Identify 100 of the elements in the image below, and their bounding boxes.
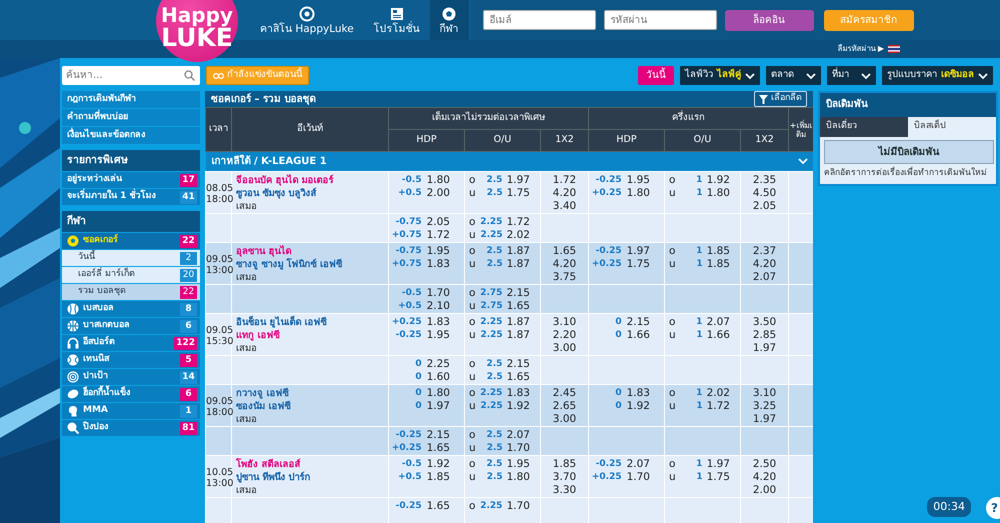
help-button[interactable]: ? [986, 497, 1000, 519]
today-button[interactable]: วันนี้ [638, 66, 674, 85]
odds-value[interactable]: 1.80 [626, 187, 650, 200]
odds-value[interactable]: 1.95 [506, 458, 530, 471]
odds-value[interactable]: 2.15 [626, 316, 650, 329]
odds-value[interactable]: 1.97 [506, 174, 530, 187]
odds-value[interactable]: 1.72 [552, 174, 576, 186]
odds-value[interactable]: 1.83 [506, 387, 530, 400]
team-name[interactable]: จีออนบัค ฮุนได มอเตอร์ [236, 174, 388, 187]
sidebar-subitem[interactable]: เออร์ลี่ มาร์เก็ต 20 [62, 267, 200, 283]
odds-value[interactable]: 1.97 [626, 245, 650, 258]
odds-value[interactable]: 2.02 [506, 229, 530, 242]
odds-value[interactable]: 1.66 [706, 329, 730, 342]
nav-tab[interactable]: โปรโมชั่น [364, 0, 430, 40]
no-bets-button[interactable]: ไม่มีบิลเดิมพัน [824, 140, 994, 164]
odds-value[interactable]: 2.37 [752, 245, 776, 257]
odds-value[interactable]: 1.75 [706, 471, 730, 484]
odds-value[interactable]: 1.70 [506, 442, 530, 455]
odds-value[interactable]: 1.92 [426, 458, 450, 471]
team-name[interactable]: ซูวอน ซัมซุง บลูวิงส์ [236, 187, 388, 200]
odds-value[interactable]: 2.15 [506, 358, 530, 371]
odds-value[interactable]: 2.07 [752, 271, 776, 283]
odds-value[interactable]: 3.10 [752, 387, 776, 399]
odds-value[interactable]: 1.65 [426, 442, 450, 455]
login-button[interactable]: ล็อคอิน [724, 10, 814, 30]
sidebar-item[interactable]: อยู่ระหว่างเล่น 17 [62, 172, 200, 188]
odds-value[interactable]: 1.85 [706, 258, 730, 271]
odds-value[interactable]: 1.83 [426, 258, 450, 271]
team-name[interactable]: โพฮัง สตีลเลอส์ [236, 458, 388, 471]
sidebar-item[interactable]: บาสเกตบอล 6 [62, 318, 200, 334]
odds-value[interactable]: 1.92 [706, 174, 730, 187]
odds-value[interactable]: 1.65 [506, 300, 530, 313]
odds-value[interactable]: 2.45 [552, 387, 576, 399]
odds-value[interactable]: 2.15 [506, 287, 530, 300]
team-name[interactable]: ซองนัม เอฟซี [236, 400, 388, 413]
odds-value[interactable]: 2.20 [552, 329, 576, 341]
odds-value[interactable]: 1.70 [426, 287, 450, 300]
odds-value[interactable]: 2.07 [506, 429, 530, 442]
odds-value[interactable]: 3.30 [552, 484, 576, 496]
sidebar-item[interactable]: ปิงปอง 81 [62, 420, 200, 436]
odds-value[interactable]: 3.70 [552, 471, 576, 483]
odds-value[interactable]: 2.15 [426, 429, 450, 442]
odds-value[interactable]: 1.60 [426, 371, 450, 384]
nav-tab[interactable]: กีฬา [430, 0, 469, 40]
odds-value[interactable]: 1.72 [706, 400, 730, 413]
odds-value[interactable]: 2.00 [426, 187, 450, 200]
sidebar-link[interactable]: คำถามที่พบบ่อย [62, 109, 200, 126]
sidebar-item[interactable]: MMA 1 [62, 403, 200, 419]
odds-value[interactable]: 1.75 [626, 258, 650, 271]
dropdown[interactable]: ไลฟ์วิว ไลฟ์คู่ [680, 66, 760, 85]
chevron-down-icon[interactable] [798, 158, 808, 165]
odds-value[interactable]: 2.05 [752, 200, 776, 212]
odds-value[interactable]: 1.95 [426, 329, 450, 342]
odds-value[interactable]: 3.25 [752, 400, 776, 412]
odds-value[interactable]: 3.75 [552, 271, 576, 283]
odds-value[interactable]: 2.07 [706, 316, 730, 329]
dropdown[interactable]: รูปแบบราคา เดซิมอล [882, 66, 993, 85]
flag-icon[interactable] [888, 45, 900, 53]
odds-value[interactable]: 1.83 [426, 316, 450, 329]
odds-value[interactable]: 4.20 [552, 187, 576, 199]
odds-value[interactable]: 1.85 [706, 245, 730, 258]
odds-value[interactable]: 1.65 [552, 245, 576, 257]
odds-value[interactable]: 1.83 [626, 387, 650, 400]
odds-value[interactable]: 1.97 [426, 400, 450, 413]
odds-value[interactable]: 3.10 [552, 316, 576, 328]
email-field[interactable]: อีเมล์ [482, 10, 596, 30]
odds-value[interactable]: 2.25 [426, 358, 450, 371]
odds-value[interactable]: 2.65 [552, 400, 576, 412]
odds-value[interactable]: 4.20 [752, 471, 776, 483]
team-name[interactable]: อินช็อน ยูไนเต็ด เอฟซี [236, 316, 388, 329]
odds-value[interactable]: 1.95 [426, 245, 450, 258]
odds-value[interactable]: 1.70 [506, 500, 530, 513]
team-name[interactable]: ปูซาน ทีพนึง ปาร์ก [236, 471, 388, 484]
odds-value[interactable]: 2.10 [426, 300, 450, 313]
odds-value[interactable]: 1.87 [506, 329, 530, 342]
odds-value[interactable]: 2.00 [752, 484, 776, 496]
sidebar-item[interactable]: อีสปอร์ต 122 [62, 335, 200, 351]
odds-value[interactable]: 1.80 [506, 471, 530, 484]
odds-value[interactable]: 1.66 [626, 329, 650, 342]
odds-value[interactable]: 1.80 [426, 174, 450, 187]
sidebar-link[interactable]: เงื่อนไขและข้อตกลง [62, 127, 200, 144]
team-name[interactable]: กวางจู เอฟซี [236, 387, 388, 400]
odds-value[interactable]: 3.00 [552, 413, 576, 425]
password-field[interactable]: รหัสผ่าน [604, 10, 717, 30]
odds-value[interactable]: 1.65 [506, 371, 530, 384]
sidebar-item[interactable]: ปาเป้า 14 [62, 369, 200, 385]
sidebar-item[interactable]: เทนนิส 5 [62, 352, 200, 368]
odds-value[interactable]: 1.97 [752, 342, 776, 354]
odds-value[interactable]: 1.92 [626, 400, 650, 413]
dropdown[interactable]: ตลาด [766, 66, 821, 85]
odds-value[interactable]: 1.80 [426, 387, 450, 400]
odds-value[interactable]: 1.80 [706, 187, 730, 200]
odds-value[interactable]: 3.50 [752, 316, 776, 328]
odds-value[interactable]: 1.97 [752, 413, 776, 425]
betslip-tab[interactable]: บิลเดี่ยว [820, 117, 908, 137]
odds-value[interactable]: 1.87 [506, 258, 530, 271]
odds-value[interactable]: 1.97 [706, 458, 730, 471]
nav-tab[interactable]: คาสิโน HappyLuke [250, 0, 364, 40]
search-field[interactable]: ค้นหา... [62, 66, 200, 85]
odds-value[interactable]: 1.85 [426, 471, 450, 484]
